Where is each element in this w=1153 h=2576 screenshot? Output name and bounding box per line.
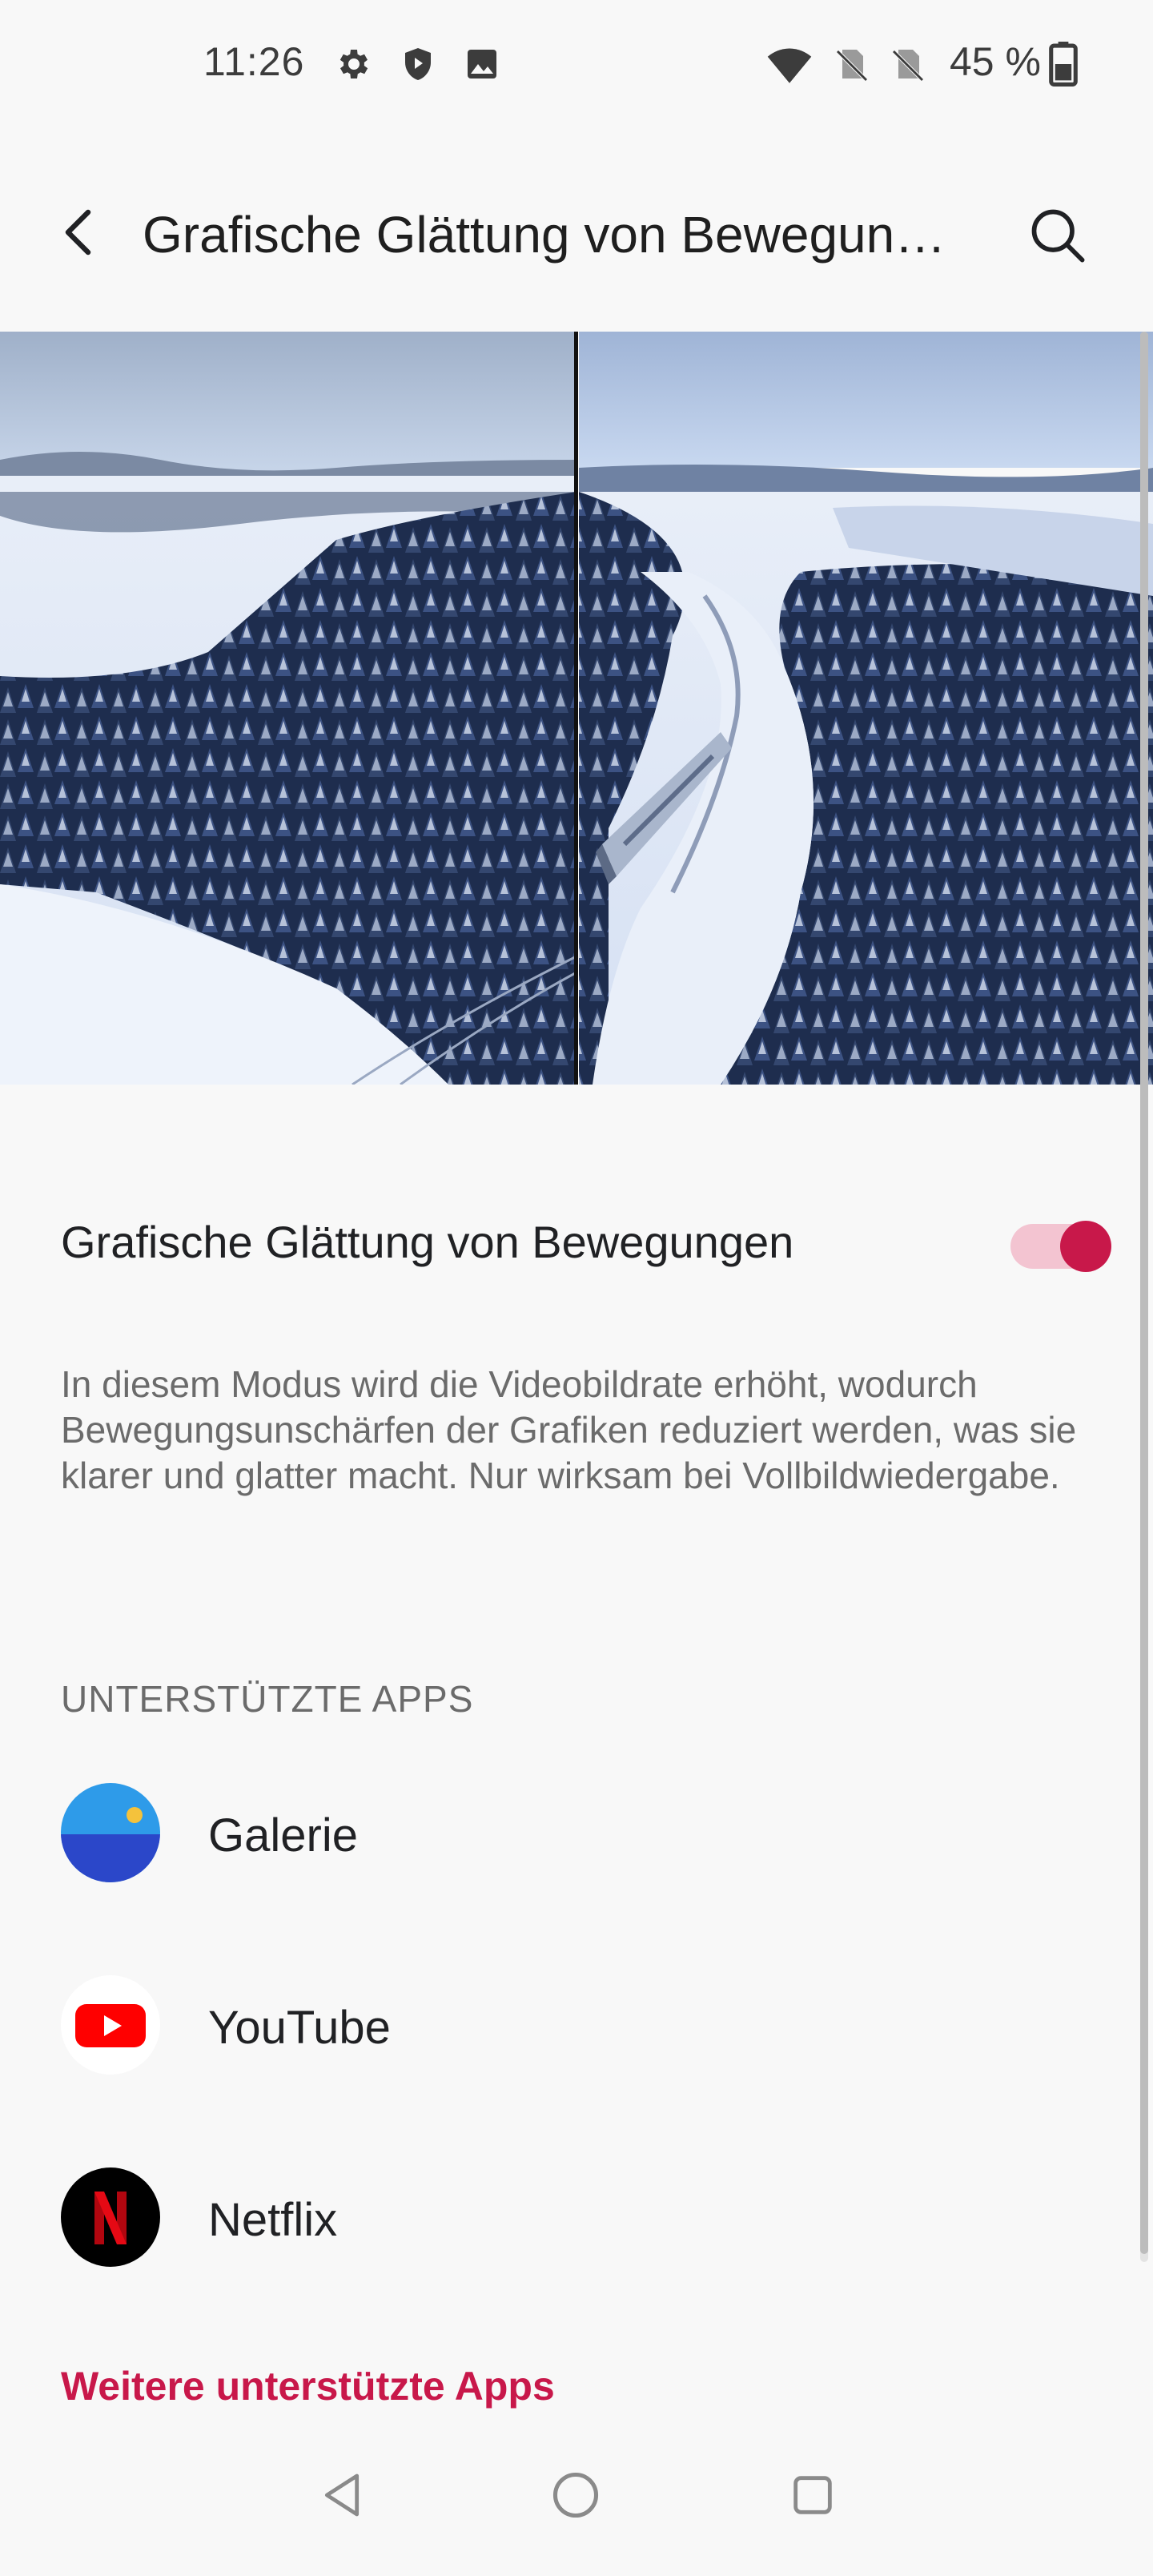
nav-recents-button[interactable]: [777, 2459, 849, 2531]
search-icon: [1031, 209, 1085, 263]
page-title: Grafische Glättung von Bewegun…: [143, 206, 946, 264]
back-button[interactable]: [48, 200, 112, 264]
wifi-icon: [767, 48, 812, 83]
app-item-youtube[interactable]: YouTube: [0, 1962, 1153, 2091]
back-triangle-icon: [324, 2473, 360, 2517]
more-supported-apps-link[interactable]: Weitere unterstützte Apps: [61, 2363, 555, 2409]
app-item-galerie[interactable]: Galerie: [0, 1770, 1153, 1898]
navigation-bar: [0, 2411, 1153, 2576]
nav-home-button[interactable]: [540, 2459, 612, 2531]
motion-smoothing-switch[interactable]: [1010, 1218, 1113, 1272]
app-item-netflix[interactable]: Netflix: [0, 2155, 1153, 2283]
back-arrow-icon: [65, 209, 91, 256]
netflix-icon: [61, 2167, 160, 2267]
no-sim-icon: [836, 50, 868, 82]
gallery-icon: [61, 1783, 160, 1882]
toggle-label: Grafische Glättung von Bewegungen: [61, 1217, 794, 1267]
app-name: YouTube: [208, 2002, 391, 2054]
recents-square-icon: [793, 2476, 832, 2514]
status-time: 11:26: [203, 39, 305, 84]
nav-back-button[interactable]: [306, 2459, 378, 2531]
status-bar: 11:26 45 %: [0, 0, 1153, 128]
no-sim-icon: [892, 50, 924, 82]
app-name: Netflix: [208, 2194, 338, 2246]
gear-icon: [339, 50, 368, 78]
motion-smoothing-preview-image: [0, 332, 1153, 1085]
home-circle-icon: [552, 2472, 599, 2518]
battery-icon: [1049, 42, 1078, 87]
app-name: Galerie: [208, 1809, 358, 1862]
youtube-icon: [61, 1975, 160, 2075]
shield-icon: [405, 48, 431, 80]
motion-smoothing-toggle-row[interactable]: Grafische Glättung von Bewegungen: [0, 1201, 1153, 1282]
image-icon: [468, 50, 496, 78]
supported-apps-header: UNTERSTÜTZTE APPS: [61, 1678, 474, 1720]
battery-percent: 45 %: [950, 39, 1041, 84]
app-bar: Grafische Glättung von Bewegun…: [0, 160, 1153, 312]
screen: 11:26 45 % Grafische Glättung von Bewegu…: [0, 0, 1153, 2576]
switch-thumb: [1060, 1221, 1111, 1272]
snowy-forest-train-image: [0, 332, 1153, 1085]
feature-description: In diesem Modus wird die Videobildrate e…: [61, 1363, 1077, 1496]
search-button[interactable]: [1021, 199, 1093, 271]
